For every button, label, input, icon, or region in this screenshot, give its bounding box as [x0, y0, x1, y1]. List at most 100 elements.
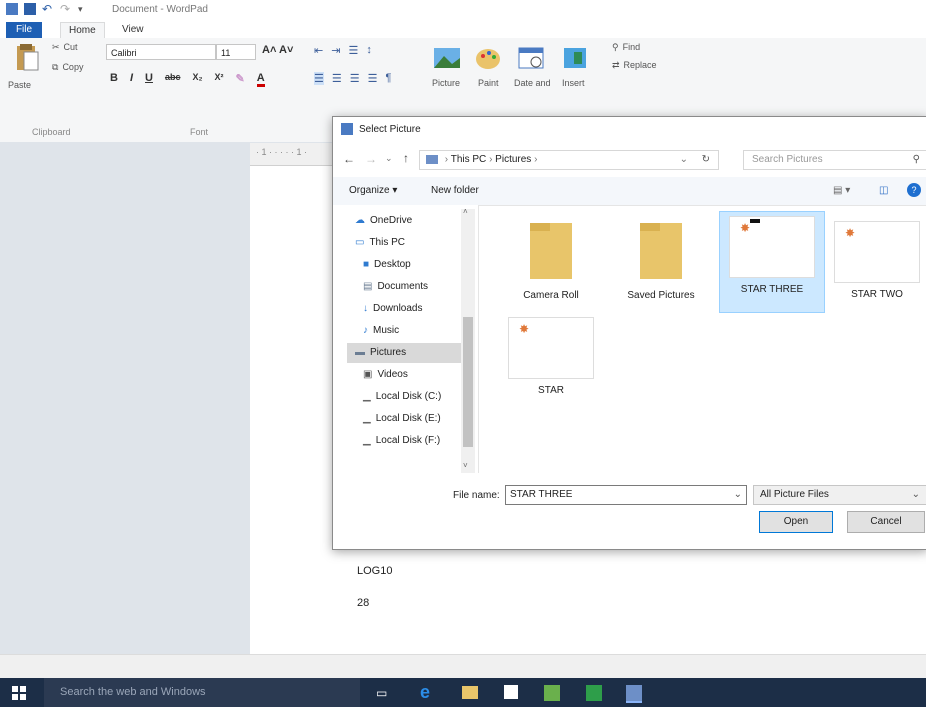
insert-object-button[interactable]	[560, 44, 590, 75]
line-spacing-icon[interactable]: ↕	[366, 44, 372, 57]
nav-item[interactable]: ♪ Music	[363, 321, 399, 341]
find-label: Find	[622, 42, 641, 52]
align-right-icon[interactable]: ☰	[350, 72, 360, 85]
align-buttons: ☰ ☰ ☰ ☰ ¶	[314, 72, 391, 85]
file-item[interactable]: ✸ STAR THREE	[719, 211, 825, 313]
grow-font-button[interactable]: A˄ A˅	[262, 44, 293, 56]
copy-label: Copy	[62, 62, 84, 72]
nav-item[interactable]: ↓ Downloads	[363, 299, 422, 319]
font-color-button[interactable]: A	[256, 72, 265, 87]
save-icon[interactable]	[24, 3, 36, 15]
filetype-select[interactable]: All Picture Files ⌄	[753, 485, 926, 505]
dialog-title: Select Picture	[359, 124, 421, 135]
refresh-icon[interactable]: ↻	[702, 151, 710, 169]
back-icon[interactable]: ←	[343, 152, 355, 166]
taskbar-search[interactable]: Search the web and Windows	[44, 678, 360, 707]
datetime-button[interactable]	[516, 44, 546, 75]
calendar-icon	[518, 47, 544, 69]
replace-button[interactable]: ⇄ Replace	[612, 60, 657, 71]
justify-icon[interactable]: ☰	[368, 72, 378, 85]
underline-button[interactable]: U	[145, 72, 153, 87]
customize-qat-icon[interactable]: ▾	[78, 3, 90, 15]
organize-button[interactable]: Organize ▾	[349, 185, 397, 196]
app-green-icon[interactable]	[544, 685, 560, 701]
paragraph-icon[interactable]: ¶	[386, 72, 392, 85]
superscript-button[interactable]: X²	[215, 72, 224, 87]
font-size-select[interactable]: 11	[216, 44, 256, 60]
start-button[interactable]	[12, 686, 26, 703]
view-options-icon[interactable]: ▤ ▾	[833, 185, 850, 196]
disk-icon: ▁	[363, 391, 371, 402]
cancel-button[interactable]: Cancel	[847, 511, 925, 533]
nav-scrollbar-thumb[interactable]	[463, 317, 473, 447]
music-icon: ♪	[363, 325, 368, 336]
breadcrumb-thispc[interactable]: This PC	[451, 154, 487, 165]
nav-item[interactable]: ▁ Local Disk (E:)	[363, 409, 441, 429]
nav-item[interactable]: ▣ Videos	[363, 365, 408, 385]
download-icon: ↓	[363, 303, 368, 314]
tab-file[interactable]: File	[6, 22, 42, 38]
picture-button[interactable]	[432, 44, 462, 75]
store-icon[interactable]	[504, 685, 518, 699]
binoculars-icon: ⚲	[612, 42, 619, 52]
subscript-button[interactable]: X₂	[192, 72, 202, 87]
copy-button[interactable]: ⧉ Copy	[52, 62, 83, 73]
nav-item[interactable]: ▤ Documents	[363, 277, 428, 297]
file-item[interactable]: ✸ STAR	[499, 313, 603, 413]
edge-icon[interactable]: e	[420, 682, 430, 703]
paste-button[interactable]	[14, 42, 40, 74]
task-view-icon[interactable]: ▭	[376, 686, 387, 700]
search-box[interactable]: Search Pictures ⚲	[743, 150, 926, 170]
italic-button[interactable]: I	[130, 72, 133, 87]
highlight-button[interactable]: ✎	[236, 72, 245, 87]
filename-dropdown-icon[interactable]: ⌄	[734, 486, 742, 504]
nav-item[interactable]: ▭ This PC	[355, 233, 405, 253]
address-bar[interactable]: › This PC › Pictures › ⌄ ↻	[419, 150, 719, 170]
breadcrumb-separator-icon: ›	[534, 154, 538, 165]
up-icon[interactable]: ↑	[403, 151, 409, 165]
wordpad-taskbar-icon[interactable]	[626, 685, 642, 703]
filetype-dropdown-icon: ⌄	[911, 489, 920, 500]
nav-item[interactable]: ▁ Local Disk (F:)	[363, 431, 440, 451]
align-left-icon[interactable]: ☰	[314, 72, 324, 85]
bullets-icon[interactable]: ☰	[348, 44, 358, 57]
font-family-select[interactable]: Calibri	[106, 44, 216, 60]
nav-item[interactable]: ☁ OneDrive	[355, 211, 412, 231]
undo-icon[interactable]: ↶	[42, 3, 54, 15]
app-green2-icon[interactable]	[586, 685, 602, 701]
preview-pane-icon[interactable]: ◫	[879, 185, 888, 196]
scroll-down-icon[interactable]: ˅	[463, 461, 468, 470]
scroll-up-icon[interactable]: ˄	[463, 207, 468, 216]
paint-label: Paint	[478, 78, 499, 88]
breadcrumb-pictures[interactable]: Pictures	[495, 154, 531, 165]
forward-icon[interactable]: →	[365, 152, 377, 166]
strikethrough-button[interactable]: abc	[165, 72, 181, 87]
increase-indent-icon[interactable]: ⇥	[331, 44, 340, 57]
filename-label: File name:	[453, 490, 500, 501]
tab-home[interactable]: Home	[60, 22, 105, 39]
nav-item[interactable]: ▁ Local Disk (C:)	[363, 387, 441, 407]
file-explorer-icon[interactable]	[462, 686, 478, 699]
address-dropdown-icon[interactable]: ⌄	[680, 151, 688, 169]
star-icon: ✸	[845, 226, 856, 240]
filename-input[interactable]: STAR THREE ⌄	[505, 485, 747, 505]
search-placeholder: Search Pictures	[752, 154, 823, 165]
open-button[interactable]: Open	[759, 511, 833, 533]
file-item[interactable]: Camera Roll	[499, 217, 603, 317]
tab-view[interactable]: View	[122, 24, 144, 35]
quick-access-toolbar: ↶ ↷ ▾	[6, 3, 90, 15]
decrease-indent-icon[interactable]: ⇤	[314, 44, 323, 57]
nav-item[interactable]: ▬ Pictures	[347, 343, 475, 363]
file-item[interactable]: Saved Pictures	[609, 217, 713, 317]
cut-button[interactable]: ✂ Cut	[52, 42, 78, 53]
nav-item[interactable]: ■ Desktop	[363, 255, 411, 275]
redo-icon[interactable]: ↷	[60, 3, 72, 15]
file-item[interactable]: ✸ STAR TWO	[825, 217, 926, 317]
new-folder-button[interactable]: New folder	[431, 185, 479, 196]
help-icon[interactable]: ?	[907, 183, 921, 197]
bold-button[interactable]: B	[110, 72, 118, 87]
find-button[interactable]: ⚲ Find	[612, 42, 640, 53]
align-center-icon[interactable]: ☰	[332, 72, 342, 85]
paint-button[interactable]	[474, 44, 504, 75]
recent-dropdown-icon[interactable]: ⌄	[385, 153, 393, 164]
